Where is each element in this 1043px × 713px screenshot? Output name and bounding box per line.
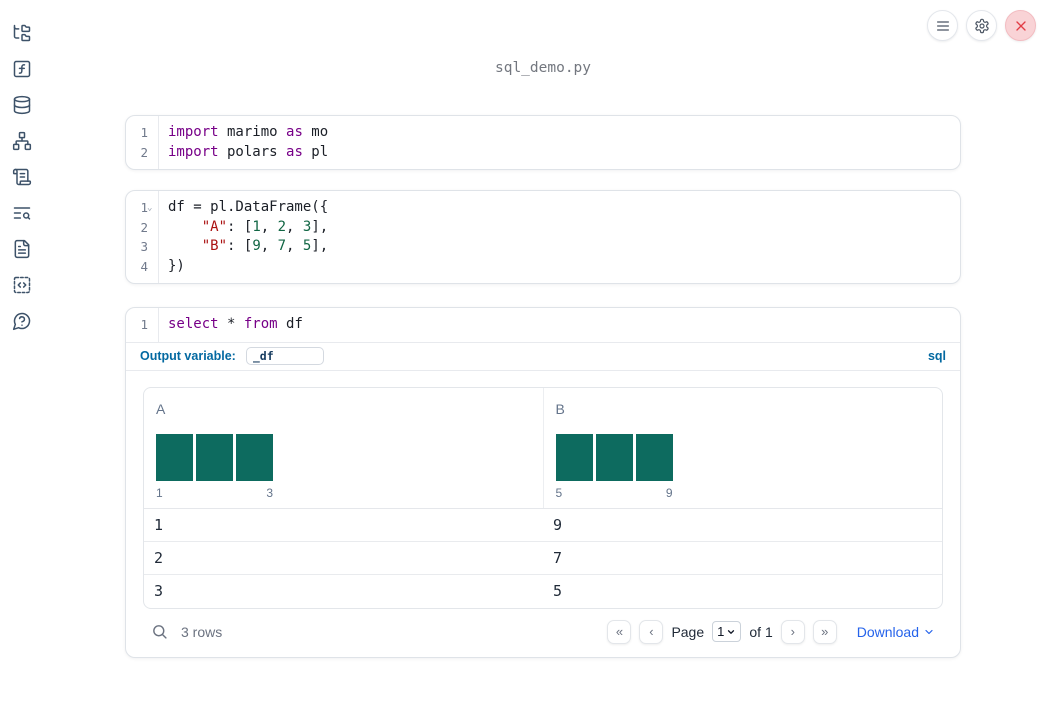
output-variable-input[interactable] [245, 347, 324, 365]
download-button[interactable]: Download [857, 624, 935, 640]
prev-page-button[interactable]: ‹ [639, 619, 664, 644]
code-editor[interactable]: 1 select * from df [126, 308, 960, 342]
column-header-b[interactable]: B59 [544, 388, 943, 508]
table-cell[interactable]: 9 [543, 516, 942, 534]
code-text: import marimo as mo [168, 124, 329, 140]
page-select-value: 1 [717, 624, 725, 639]
code-line[interactable]: 1 select * from df [126, 315, 960, 335]
table-cell[interactable]: 2 [144, 549, 543, 567]
document-icon[interactable] [12, 239, 32, 259]
notebook-title: sql_demo.py [494, 60, 592, 76]
histogram-bar[interactable] [555, 433, 593, 481]
code-cell-dataframe[interactable]: 1 ⌄ df = pl.DataFrame({2 "A": [1, 2, 3], 3 … [125, 190, 961, 284]
pagination: « ‹ Page 1 of 1 › » Download [607, 619, 935, 644]
code-editor[interactable]: 1 import marimo as mo 2 import polars as pl [126, 116, 960, 169]
close-icon [1015, 20, 1026, 31]
dependency-graph-icon[interactable] [12, 131, 32, 151]
histogram-axis: 13 [156, 486, 273, 500]
code-line[interactable]: 1 ⌄ df = pl.DataFrame({ [126, 198, 960, 218]
last-page-button[interactable]: » [812, 619, 837, 644]
settings-button[interactable] [966, 10, 997, 41]
language-badge: sql [927, 349, 946, 363]
line-number: 1 ⌄ [126, 198, 158, 218]
code-line[interactable]: 1 import marimo as mo [126, 123, 960, 143]
notebook: sql_demo.py 1 import marimo as mo 2 import … [125, 0, 961, 658]
list-search-icon[interactable] [12, 203, 32, 223]
first-page-button[interactable]: « [607, 619, 632, 644]
code-text: }) [168, 257, 185, 274]
axis-min-label: 1 [156, 485, 163, 500]
table-body: 192735 [144, 509, 942, 608]
axis-max-label: 3 [266, 485, 273, 500]
axis-min-label: 5 [555, 485, 563, 500]
table-cell[interactable]: 1 [144, 516, 543, 534]
table-cell[interactable]: 5 [543, 582, 942, 600]
code-text: "B": [9, 7, 5], [201, 238, 329, 254]
table-footer: 3 rows « ‹ Page 1 of 1 › » Download [143, 609, 943, 655]
fold-chevron-icon[interactable]: ⌄ [147, 199, 152, 219]
help-icon[interactable] [12, 311, 32, 331]
histogram-bar[interactable] [196, 433, 233, 481]
page-label: Page [671, 623, 705, 640]
histogram-bar[interactable] [236, 433, 273, 481]
code-text: select * from df [168, 316, 303, 332]
code-text: "A": [1, 2, 3], [201, 218, 329, 235]
search-icon[interactable] [151, 623, 168, 640]
database-icon[interactable] [12, 95, 32, 115]
axis-max-label: 9 [665, 485, 673, 500]
sidebar [0, 0, 44, 713]
page-select[interactable]: 1 [712, 621, 742, 642]
code-text: df = pl.DataFrame({ [168, 199, 329, 215]
column-name: B [555, 400, 565, 417]
code-line[interactable]: 2 import polars as pl [126, 143, 960, 163]
code-line[interactable]: 2 "A": [1, 2, 3], [126, 218, 960, 238]
histogram-axis: 59 [556, 486, 673, 500]
code-line[interactable]: 4}) [126, 257, 960, 277]
chevron-down-icon [728, 629, 735, 634]
line-number: 4 [140, 258, 148, 274]
line-number: 1 [140, 125, 148, 140]
code-text: import polars as pl [168, 143, 329, 160]
table-row[interactable]: 27 [144, 542, 942, 575]
functions-icon[interactable] [12, 59, 32, 79]
page-of-label: of 1 [749, 623, 773, 640]
snippets-icon[interactable] [12, 275, 32, 295]
code-editor[interactable]: 1 ⌄ df = pl.DataFrame({2 "A": [1, 2, 3], 3 … [126, 191, 960, 283]
sql-cell[interactable]: 1 select * from df Output variable: sql A… [125, 307, 961, 658]
column-histogram[interactable] [156, 433, 273, 481]
gear-icon [974, 18, 989, 33]
next-page-button[interactable]: › [780, 619, 805, 644]
scroll-icon[interactable] [12, 167, 32, 187]
code-cell-imports[interactable]: 1 import marimo as mo 2 import polars as pl [125, 115, 961, 170]
column-header-a[interactable]: A13 [144, 387, 544, 508]
code-line[interactable]: 3 "B": [9, 7, 5], [126, 237, 960, 257]
cell-output: A13B59 192735 3 rows « ‹ Page 1 of 1 › »… [126, 371, 960, 657]
chevron-down-icon [925, 629, 933, 634]
output-variable-label: Output variable: [140, 349, 236, 363]
line-number: 3 [140, 239, 148, 254]
table-row[interactable]: 35 [144, 575, 942, 608]
sql-cell-footer: Output variable: sql [126, 343, 960, 370]
column-name: A [156, 400, 166, 417]
line-number: 1 [140, 317, 148, 332]
histogram-bar[interactable] [635, 433, 673, 481]
table-header: A13B59 [144, 387, 943, 509]
table-row[interactable]: 19 [144, 509, 942, 542]
histogram-bar[interactable] [156, 433, 193, 481]
shutdown-button[interactable] [1005, 10, 1036, 41]
file-tree-icon[interactable] [12, 23, 32, 43]
line-number: 2 [140, 144, 148, 160]
table-cell[interactable]: 7 [543, 549, 942, 567]
download-label: Download [856, 623, 919, 640]
histogram-bar[interactable] [595, 433, 633, 481]
table-cell[interactable]: 3 [144, 582, 543, 600]
row-count: 3 rows [181, 623, 223, 640]
column-histogram[interactable] [555, 433, 673, 481]
line-number: 2 [140, 219, 148, 235]
dataframe-table: A13B59 192735 [143, 386, 943, 609]
